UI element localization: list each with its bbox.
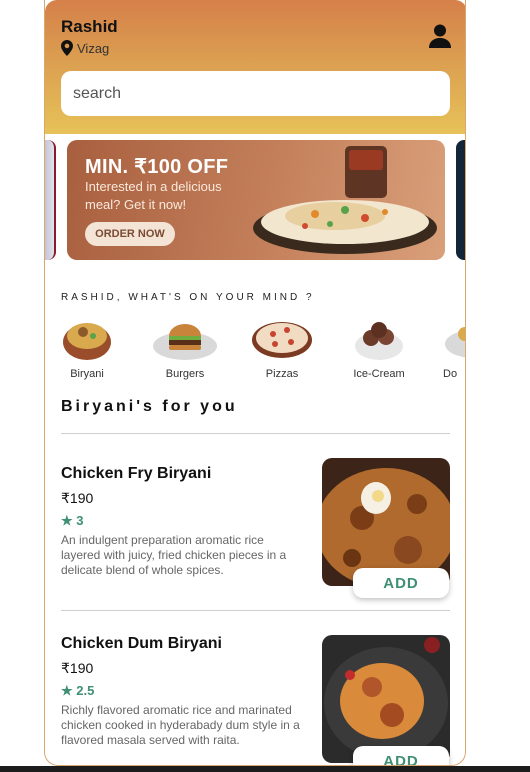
item-photo	[322, 635, 450, 763]
burger-image	[153, 324, 217, 360]
section-divider	[61, 433, 450, 434]
item-price: ₹190	[61, 660, 94, 676]
item-name: Chicken Fry Biryani	[61, 465, 212, 482]
search-input[interactable]: search	[61, 71, 450, 116]
category-ice-cream[interactable]: Ice-Cream	[339, 316, 419, 382]
category-pizzas[interactable]: Pizzas	[242, 316, 322, 382]
next-banner[interactable]	[456, 140, 465, 260]
biryani-plate-image	[253, 146, 437, 254]
category-label: Pizzas	[265, 368, 299, 380]
category-dosa[interactable]: Do	[427, 316, 465, 382]
section-title: Biryani's for you	[61, 398, 238, 415]
category-label: Do	[443, 368, 458, 380]
previous-banner[interactable]	[45, 140, 56, 260]
item-name: Chicken Dum Biryani	[61, 635, 222, 652]
order-now-button[interactable]: ORDER NOW	[85, 222, 175, 246]
bottom-edge	[0, 766, 530, 772]
add-button[interactable]: ADD	[353, 568, 449, 598]
item-rating: ★ 3	[61, 513, 84, 528]
user-name: Rashid	[61, 17, 118, 36]
category-label: Ice-Cream	[353, 368, 405, 380]
category-burgers[interactable]: Burgers	[145, 316, 225, 382]
offer-carousel[interactable]: MIN. ₹100 OFF Interested in a delicious …	[45, 140, 465, 261]
location-text: Vizag	[77, 40, 110, 56]
pizza-image	[252, 322, 312, 358]
ice-cream-image	[355, 322, 403, 360]
location[interactable]: Vizag	[61, 40, 109, 56]
item-photo	[322, 458, 450, 586]
banner-title: MIN. ₹100 OFF	[85, 156, 229, 178]
pin-icon	[61, 40, 73, 56]
category-row[interactable]: Biryani Burgers Pizzas Ice-Cream Do	[53, 316, 465, 386]
item-rating: ★ 2.5	[61, 683, 95, 698]
item-divider	[61, 610, 450, 611]
header: Rashid Vizag search	[45, 0, 465, 134]
app-frame: Rashid Vizag search MIN. ₹100 OFF Intere…	[44, 0, 466, 766]
user-icon[interactable]	[429, 24, 451, 48]
offer-banner[interactable]: MIN. ₹100 OFF Interested in a delicious …	[67, 140, 445, 260]
mind-heading: RASHID, WHAT'S ON YOUR MIND ?	[61, 292, 315, 303]
item-price: ₹190	[61, 490, 94, 506]
category-label: Burgers	[165, 368, 205, 380]
dosa-image	[445, 327, 465, 358]
item-description: An indulgent preparation aromatic rice l…	[61, 533, 287, 577]
add-button[interactable]: ADD	[353, 746, 449, 765]
category-label: Biryani	[70, 368, 104, 380]
item-description: Richly flavored aromatic rice and marina…	[61, 703, 300, 747]
biryani-bowl-image	[63, 323, 111, 360]
banner-subtitle: Interested in a delicious meal? Get it n…	[85, 179, 222, 212]
category-biryani[interactable]: Biryani	[47, 316, 127, 382]
